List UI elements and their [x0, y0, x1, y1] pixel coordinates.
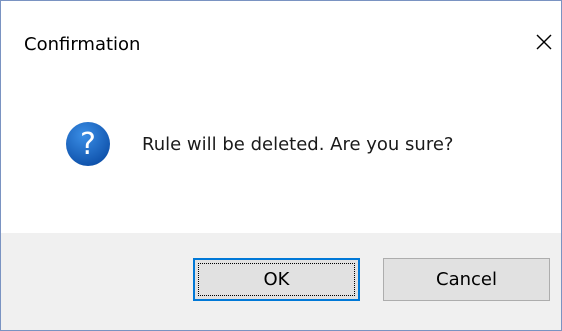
ok-button-label: OK — [263, 269, 290, 290]
confirmation-message: Rule will be deleted. Are you sure? — [142, 134, 454, 155]
confirmation-dialog: Confirmation ? Rule will be deleted. Are… — [0, 0, 562, 331]
question-icon: ? — [66, 122, 110, 166]
close-icon — [536, 34, 552, 50]
question-glyph: ? — [80, 127, 96, 162]
dialog-content: ? Rule will be deleted. Are you sure? — [1, 89, 561, 231]
title-bar[interactable]: Confirmation — [1, 1, 561, 89]
cancel-button[interactable]: Cancel — [383, 258, 550, 301]
cancel-button-label: Cancel — [436, 269, 497, 290]
dialog-title: Confirmation — [24, 34, 141, 55]
ok-button[interactable]: OK — [193, 258, 360, 301]
button-bar: OK Cancel — [1, 233, 561, 330]
close-button[interactable] — [527, 25, 561, 59]
